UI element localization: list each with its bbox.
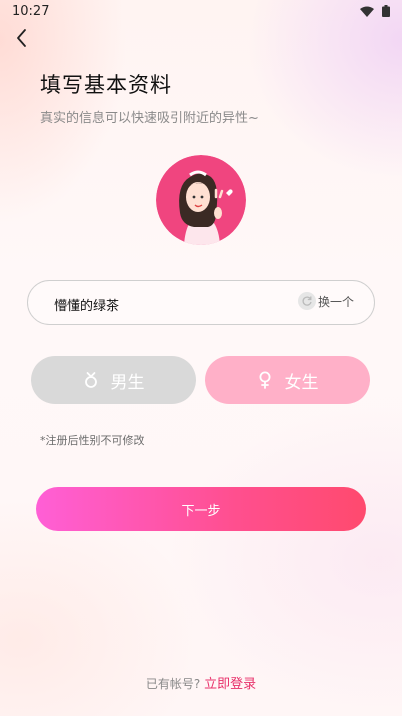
status-time: 10:27	[12, 4, 50, 19]
female-label: 女生	[284, 372, 319, 393]
nickname-value: 懵懂的绿茶	[54, 299, 120, 314]
login-prompt-text: 已有帐号?	[145, 677, 201, 691]
login-link[interactable]: 立即登录	[204, 677, 256, 692]
refresh-icon	[297, 292, 316, 310]
login-prompt: 已有帐号? 立即登录	[0, 673, 402, 692]
male-label: 男生	[110, 372, 145, 393]
female-symbol-icon	[257, 371, 273, 389]
swap-label: 换一个	[317, 294, 354, 309]
swap-nickname-button[interactable]: 换一个	[297, 292, 354, 310]
battery-icon	[382, 5, 390, 17]
back-button[interactable]	[10, 26, 34, 50]
status-bar: 10:27	[0, 0, 402, 24]
next-step-button[interactable]: 下一步	[36, 487, 366, 531]
avatar[interactable]	[156, 155, 246, 245]
female-option-button[interactable]: 女生	[205, 356, 370, 404]
wifi-icon	[360, 6, 374, 17]
status-icons	[360, 5, 390, 17]
male-symbol-icon	[83, 371, 99, 389]
chevron-left-icon	[17, 29, 26, 47]
male-option-button[interactable]: 男生	[31, 356, 196, 404]
page-subtitle: 真实的信息可以快速吸引附近的异性~	[40, 111, 259, 126]
gender-note: *注册后性别不可修改	[40, 434, 145, 447]
page-title: 填写基本资料	[40, 73, 172, 97]
nickname-field[interactable]: 懵懂的绿茶 换一个	[27, 280, 375, 325]
next-step-label: 下一步	[181, 503, 221, 519]
